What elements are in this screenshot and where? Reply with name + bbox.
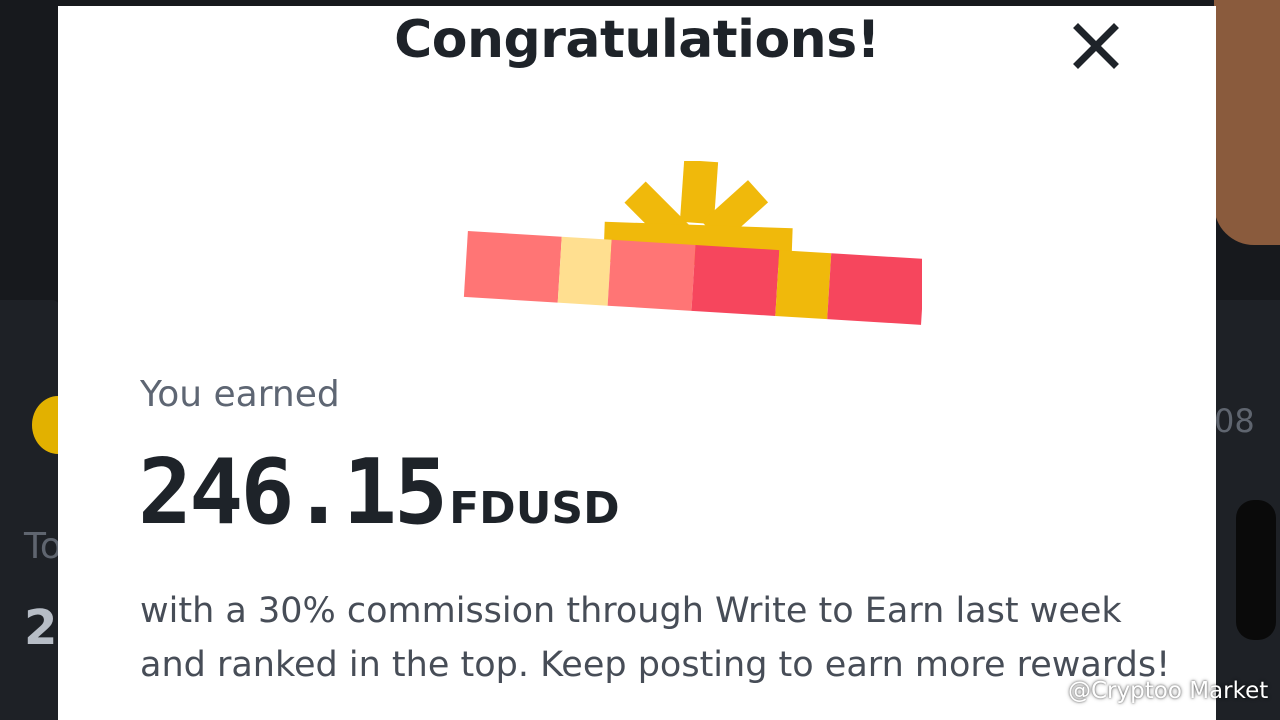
background-image xyxy=(1214,0,1280,245)
reward-description: with a 30% commission through Write to E… xyxy=(140,591,1171,685)
background-value: 2 xyxy=(24,600,58,656)
gift-box-icon xyxy=(463,161,922,325)
congratulations-modal: Congratulations! You earned 246.15FDUSD … xyxy=(58,6,1216,720)
earned-amount: 246.15FDUSD xyxy=(138,440,620,545)
amount-value: 246.15 xyxy=(138,440,448,545)
close-button[interactable] xyxy=(1068,18,1124,74)
watermark: @Cryptoo Market xyxy=(1036,678,1268,704)
modal-title: Congratulations! xyxy=(394,10,880,70)
currency-label: FDUSD xyxy=(449,483,620,534)
background-card-left xyxy=(0,300,60,720)
watermark-text: @Cryptoo Market xyxy=(1068,678,1269,704)
background-value-right: 08 xyxy=(1214,402,1255,440)
close-icon xyxy=(1073,23,1119,69)
earned-label: You earned xyxy=(140,374,340,415)
binance-logo-icon xyxy=(1036,678,1062,704)
background-label: To xyxy=(24,526,62,567)
background-decoration xyxy=(1236,500,1276,640)
